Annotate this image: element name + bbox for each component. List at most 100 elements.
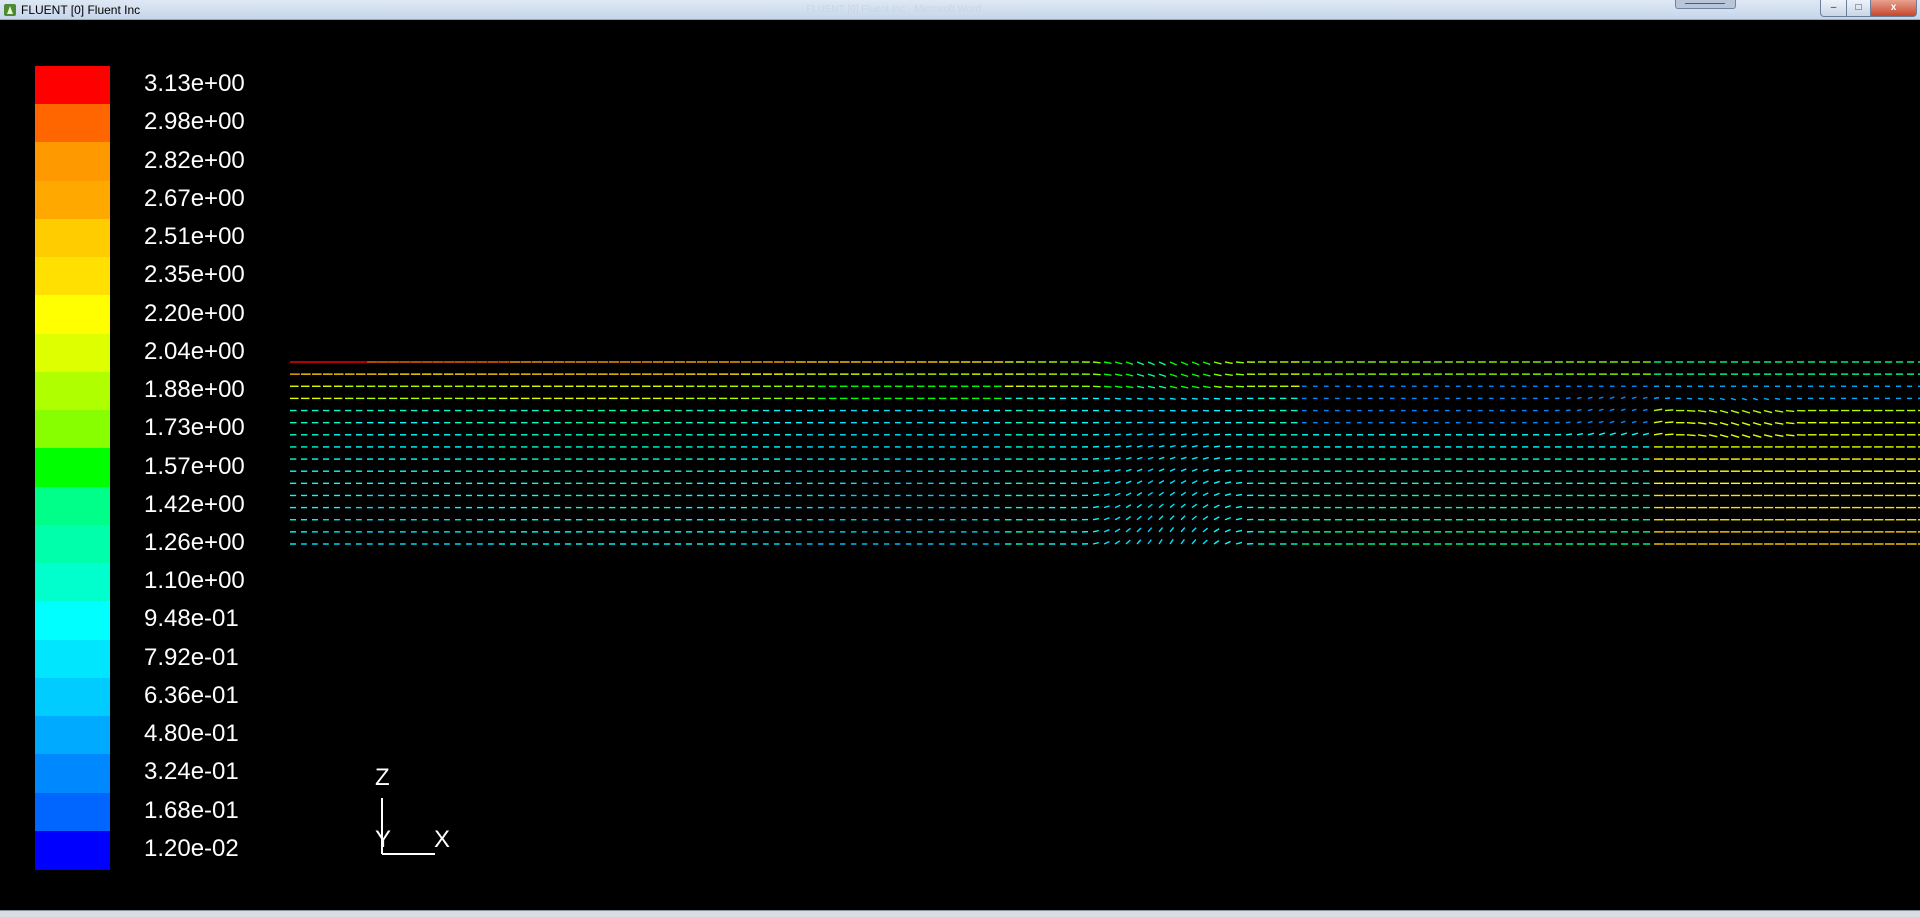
velocity-vector	[1202, 373, 1211, 377]
velocity-vector	[1169, 491, 1176, 497]
velocity-vector	[1169, 468, 1176, 472]
close-icon: x	[1890, 2, 1897, 13]
velocity-vector	[1103, 517, 1110, 521]
velocity-vector	[1180, 538, 1185, 545]
velocity-vector	[1224, 361, 1233, 365]
velocity-vector	[1103, 373, 1112, 376]
velocity-vector	[1202, 433, 1209, 436]
velocity-vector	[1598, 420, 1604, 424]
taskbar-fragment[interactable]	[1675, 0, 1736, 9]
velocity-vector	[1224, 457, 1232, 460]
velocity-vector	[1147, 491, 1154, 497]
velocity-vector	[1136, 433, 1143, 436]
velocity-vector	[1114, 540, 1121, 545]
window-titlebar[interactable]: FLUENT [0] Fluent Inc FLUENT [0] Fluent …	[0, 0, 1920, 20]
velocity-vector	[1191, 515, 1197, 521]
velocity-vector	[1191, 397, 1198, 400]
velocity-vector	[1158, 503, 1164, 509]
axis-label-z: Z	[375, 764, 390, 791]
velocity-vector	[1158, 491, 1165, 497]
velocity-vector	[1158, 385, 1167, 389]
maximize-button[interactable]: □	[1847, 0, 1871, 17]
velocity-vector	[1114, 385, 1123, 389]
velocity-vector	[1774, 397, 1781, 401]
velocity-vector	[1642, 408, 1648, 412]
velocity-vector	[1235, 505, 1243, 509]
window-title: FLUENT [0] Fluent Inc	[21, 3, 141, 17]
velocity-vector	[1180, 527, 1186, 533]
velocity-vector	[1180, 503, 1186, 509]
velocity-vector	[1565, 421, 1571, 424]
velocity-vector	[1202, 456, 1209, 460]
velocity-vector	[1180, 491, 1187, 497]
velocity-vector	[1180, 456, 1187, 460]
minimize-button[interactable]: –	[1820, 0, 1847, 17]
velocity-vector	[1114, 445, 1121, 448]
velocity-vector	[1158, 468, 1165, 472]
velocity-vector	[1235, 361, 1244, 364]
velocity-vector	[1180, 480, 1187, 484]
velocity-vector	[1158, 433, 1165, 436]
velocity-vector	[1785, 397, 1792, 400]
velocity-vector	[1741, 409, 1751, 414]
velocity-vector	[1213, 445, 1221, 448]
velocity-vector	[1191, 361, 1200, 366]
velocity-vector	[1202, 480, 1209, 484]
velocity-vector	[1774, 434, 1784, 438]
velocity-vector	[1708, 434, 1718, 438]
velocity-vector	[1169, 456, 1176, 460]
velocity-vector	[1708, 421, 1718, 426]
velocity-vector	[1202, 527, 1209, 533]
velocity-vector	[1114, 480, 1121, 485]
velocity-vector	[1664, 409, 1674, 412]
velocity-vector	[1125, 445, 1132, 448]
velocity-vector	[1224, 493, 1232, 497]
velocity-vector	[1114, 504, 1121, 509]
velocity-vector	[1642, 396, 1648, 400]
velocity-vector	[1169, 444, 1176, 448]
velocity-vector	[1136, 492, 1143, 497]
close-button[interactable]: x	[1871, 0, 1917, 17]
velocity-vector	[1147, 480, 1154, 484]
velocity-vector	[1587, 408, 1593, 412]
velocity-vector	[1114, 492, 1121, 497]
velocity-vector	[1224, 469, 1232, 472]
graphics-display[interactable]: 3.13e+00 2.98e+00 2.82e+00 2.67e+00 2.51e+00…	[0, 20, 1920, 910]
velocity-vector	[1609, 408, 1615, 412]
velocity-vector	[1224, 481, 1232, 485]
velocity-vector	[1147, 503, 1153, 509]
velocity-vector	[1103, 361, 1112, 365]
velocity-vector	[1620, 408, 1626, 412]
velocity-vector	[1125, 527, 1131, 533]
velocity-vector	[1092, 469, 1099, 472]
velocity-vector	[1136, 456, 1143, 460]
velocity-vector	[1114, 528, 1121, 533]
velocity-vector	[1125, 433, 1132, 436]
velocity-vector	[1631, 396, 1637, 400]
velocity-vector	[1147, 515, 1153, 521]
velocity-vector	[1235, 457, 1243, 460]
velocity-vector	[1224, 540, 1231, 545]
velocity-vector	[1092, 373, 1101, 376]
velocity-vector	[1169, 361, 1177, 366]
velocity-vector	[1235, 481, 1243, 485]
velocity-vector	[1224, 385, 1233, 388]
velocity-vector	[1631, 420, 1637, 424]
velocity-vector	[1785, 409, 1795, 413]
velocity-vector	[1202, 468, 1209, 472]
velocity-vector	[1235, 373, 1244, 376]
velocity-vector	[1653, 396, 1660, 400]
velocity-vector	[1202, 492, 1209, 497]
velocity-vector	[1697, 421, 1707, 425]
velocity-vector	[1103, 505, 1110, 509]
velocity-vector	[1180, 373, 1189, 378]
velocity-vector	[1213, 492, 1220, 497]
velocity-vector	[1620, 420, 1626, 424]
velocity-vector	[1180, 397, 1187, 400]
velocity-vector	[1136, 445, 1143, 448]
velocity-vector	[1180, 385, 1189, 389]
velocity-vector	[1213, 433, 1221, 436]
velocity-vector	[1631, 408, 1637, 412]
velocity-vector	[1125, 504, 1132, 509]
velocity-vector	[1191, 433, 1198, 436]
